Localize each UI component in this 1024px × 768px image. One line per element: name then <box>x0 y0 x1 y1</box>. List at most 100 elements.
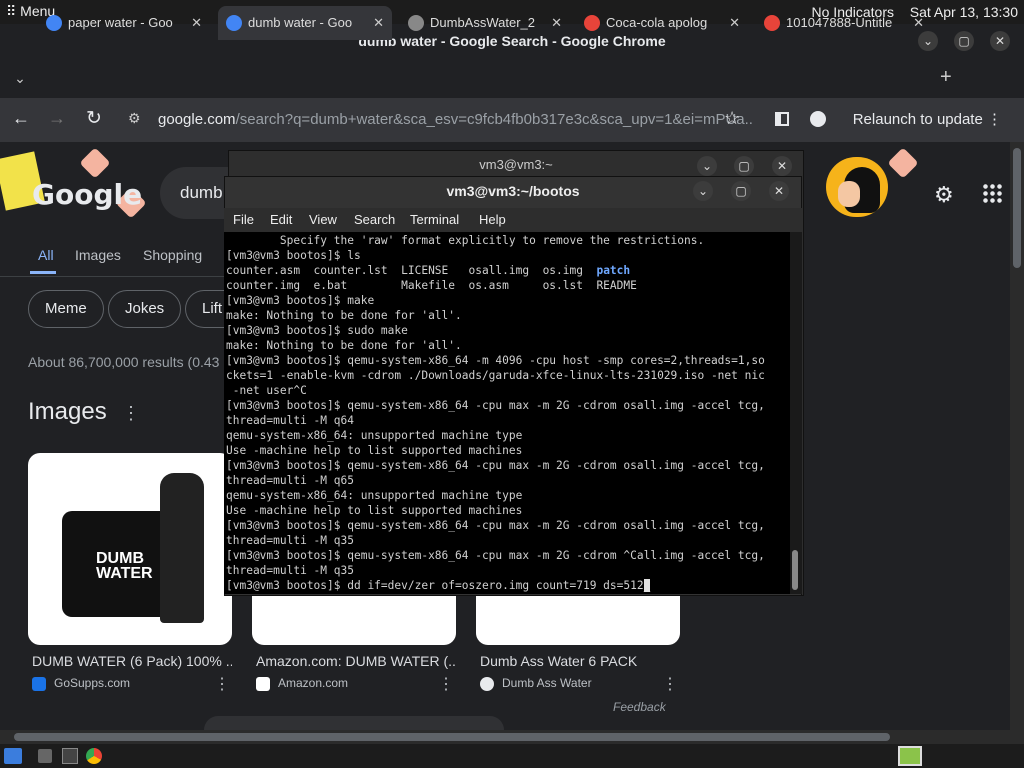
images-more-menu[interactable]: ⋮ <box>122 403 140 424</box>
terminal-line: qemu-system-x86_64: unsupported machine … <box>226 489 523 502</box>
close-button[interactable]: ✕ <box>772 156 792 176</box>
tab-close-icon[interactable]: ✕ <box>913 6 924 40</box>
menu-help[interactable]: Help <box>479 212 506 227</box>
relaunch-label: Relaunch to update <box>852 111 983 128</box>
chip-lift[interactable]: Lift <box>185 290 228 328</box>
menu-search[interactable]: Search <box>354 212 395 227</box>
tab-close-icon[interactable]: ✕ <box>373 6 384 40</box>
maximize-button[interactable]: ▢ <box>731 181 751 201</box>
nav-tab-all[interactable]: All <box>38 247 54 263</box>
bottle-image <box>160 473 204 623</box>
dumbass-water-favicon-icon <box>480 676 494 691</box>
terminal-scroll-thumb[interactable] <box>792 550 798 590</box>
menu-file[interactable]: File <box>233 212 254 227</box>
google-apps-icon[interactable] <box>982 183 1002 203</box>
image-source[interactable]: Dumb Ass Water <box>480 676 592 691</box>
tab-close-icon[interactable]: ✕ <box>191 6 202 40</box>
terminal-scrollbar[interactable] <box>790 232 802 594</box>
minimize-button[interactable]: ⌄ <box>693 181 713 201</box>
image-caption[interactable]: Amazon.com: DUMB WATER (... <box>256 653 456 669</box>
chrome-taskbar-icon[interactable] <box>86 748 102 764</box>
chip-meme[interactable]: Meme <box>28 290 104 328</box>
tab-coca-cola[interactable]: Coca-cola apolog ✕ <box>576 6 748 40</box>
tab-close-icon[interactable]: ✕ <box>729 6 740 40</box>
terminal-line: counter.img e.bat Makefile os.asm os.lst… <box>226 279 637 292</box>
terminal-line: [vm3@vm3 bootos]$ qemu-system-x86_64 -cp… <box>226 399 765 412</box>
source-label: Amazon.com <box>278 676 349 690</box>
image-caption[interactable]: DUMB WATER (6 Pack) 100% ... <box>32 653 232 669</box>
terminal-line: [vm3@vm3 bootos]$ make <box>226 294 375 307</box>
nav-tab-shopping[interactable]: Shopping <box>143 247 202 263</box>
image-caption[interactable]: Dumb Ass Water 6 PACK <box>480 653 680 669</box>
terminal-line: [vm3@vm3 bootos]$ qemu-system-x86_64 -cp… <box>226 519 765 532</box>
terminal-line: counter.asm counter.lst LICENSE osall.im… <box>226 264 597 277</box>
tab-paper-water[interactable]: paper water - Goo ✕ <box>38 6 210 40</box>
close-button[interactable]: ✕ <box>990 31 1010 51</box>
feedback-link[interactable]: Feedback <box>613 700 666 714</box>
terminal-cursor: _ <box>643 579 651 592</box>
tab-label: DumbAssWater_2 <box>430 15 535 30</box>
terminal-line: thread=multi -M q35 <box>226 534 354 547</box>
result-menu-icon[interactable]: ⋮ <box>662 674 678 694</box>
tab-strip <box>0 58 1024 98</box>
tab-label: paper water - Goo <box>68 15 173 30</box>
terminal-line: Specify the 'raw' format explicitly to r… <box>226 234 705 247</box>
result-menu-icon[interactable]: ⋮ <box>214 674 230 694</box>
google-favicon-icon <box>46 15 62 31</box>
close-button[interactable]: ✕ <box>769 181 789 201</box>
terminal-menubar: File Edit View Search Terminal Help <box>224 208 802 232</box>
result-menu-icon[interactable]: ⋮ <box>438 674 454 694</box>
new-tab-button[interactable]: + <box>940 66 960 90</box>
terminal-line: Use -machine help to list supported mach… <box>226 444 523 457</box>
show-desktop-icon[interactable] <box>4 748 22 764</box>
tab-label: Coca-cola apolog <box>606 15 708 30</box>
images-heading: Images <box>28 398 107 425</box>
terminal-line: [vm3@vm3 bootos]$ qemu-system-x86_64 -cp… <box>226 459 765 472</box>
image-result-1[interactable]: DUMB WATER <box>28 453 232 645</box>
tab-label: dumb water - Goo <box>248 15 353 30</box>
files-icon[interactable] <box>38 749 52 763</box>
tab-untitled[interactable]: 101047888-Untitle ✕ <box>756 6 932 40</box>
forward-button[interactable]: → <box>48 108 66 129</box>
apps-grid-icon: ⠿ <box>6 3 21 19</box>
chip-jokes[interactable]: Jokes <box>108 290 182 328</box>
terminal-output[interactable]: Specify the 'raw' format explicitly to r… <box>224 232 790 594</box>
google-doodle-logo[interactable]: Google <box>32 178 142 211</box>
terminal-line: [vm3@vm3 bootos]$ sudo make <box>226 324 408 337</box>
address-bar[interactable]: google.com/search?q=dumb+water&sca_esv=c… <box>124 104 754 136</box>
bookmark-star-icon[interactable]: ☆ <box>724 108 740 129</box>
doodle-avatar-image <box>826 157 888 217</box>
terminal-taskbar-icon[interactable] <box>62 748 78 764</box>
back-button[interactable]: ← <box>12 108 30 129</box>
nav-tab-images[interactable]: Images <box>75 247 121 263</box>
minimize-button[interactable]: ⌄ <box>697 156 717 176</box>
relaunch-to-update-button[interactable]: Relaunch to update ⋮ <box>853 110 1002 128</box>
patch-directory: patch <box>596 264 631 277</box>
menu-terminal[interactable]: Terminal <box>410 212 459 227</box>
maximize-button[interactable]: ▢ <box>954 31 974 51</box>
terminal-line: qemu-system-x86_64: unsupported machine … <box>226 429 523 442</box>
page-scroll-thumb[interactable] <box>1013 148 1021 268</box>
more-images-button[interactable] <box>204 716 504 730</box>
terminal-back-title: vm3@vm3:~ <box>479 157 553 172</box>
menu-view[interactable]: View <box>309 212 337 227</box>
menu-edit[interactable]: Edit <box>270 212 292 227</box>
image-source[interactable]: GoSupps.com <box>32 676 130 691</box>
terminal-line: ckets=1 -enable-kvm -cdrom ./Downloads/g… <box>226 369 765 382</box>
horizontal-scrollbar[interactable] <box>0 730 1010 744</box>
horizontal-scroll-thumb[interactable] <box>14 733 890 741</box>
tab-dumb-water[interactable]: dumb water - Goo ✕ <box>218 6 392 40</box>
tab-close-icon[interactable]: ✕ <box>551 6 562 40</box>
tab-search-icon[interactable]: ⌄ <box>8 66 32 90</box>
profile-icon[interactable] <box>810 111 826 127</box>
settings-gear-icon[interactable]: ⚙ <box>934 182 954 208</box>
workspace-indicator-icon[interactable] <box>898 746 922 766</box>
reload-button[interactable]: ↻ <box>86 107 102 130</box>
tab-dumbasswater[interactable]: DumbAssWater_2 ✕ <box>400 6 570 40</box>
taskbar <box>0 744 1024 768</box>
image-source[interactable]: Amazon.com <box>256 676 348 691</box>
side-panel-icon[interactable] <box>775 112 789 126</box>
terminal-line: thread=multi -M q64 <box>226 414 354 427</box>
tab-label: 101047888-Untitle <box>786 15 893 30</box>
maximize-button[interactable]: ▢ <box>734 156 754 176</box>
